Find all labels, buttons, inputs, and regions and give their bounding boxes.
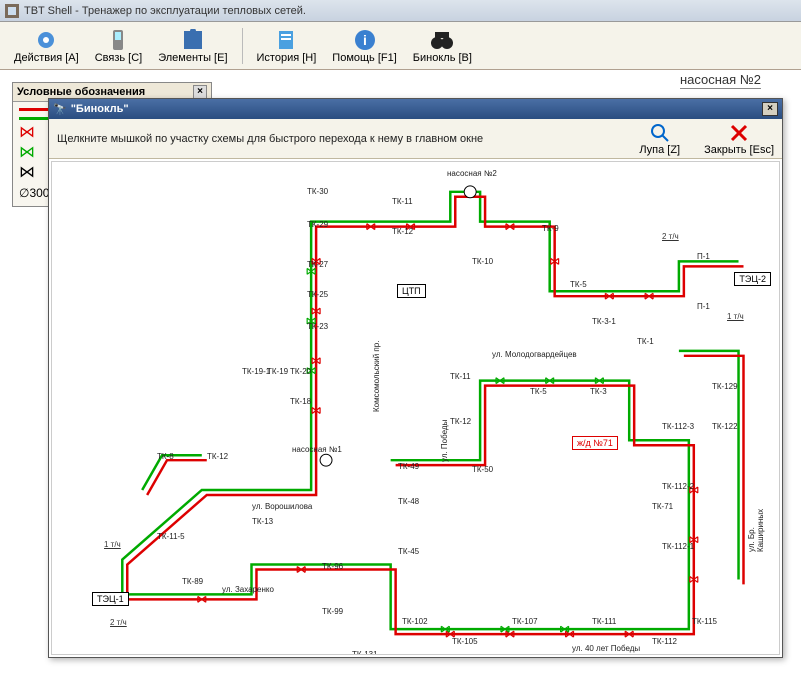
link-button[interactable]: Связь [C] bbox=[89, 26, 149, 66]
binokl-hint-text: Щелкните мышкой по участку схемы для быс… bbox=[57, 133, 483, 145]
street-komsomolsky: Комсомольский пр. bbox=[372, 341, 381, 412]
binokl-window: 🔭 "Бинокль" × Щелкните мышкой по участку… bbox=[48, 98, 783, 658]
plant-zhd71: ж/д №71 bbox=[572, 436, 618, 450]
history-button[interactable]: История [H] bbox=[251, 26, 323, 66]
street-kashirskih: ул. Бр. Кашириных bbox=[747, 509, 765, 552]
flow-1: 1 т/ч bbox=[727, 312, 744, 321]
street-voroshilova: ул. Ворошилова bbox=[252, 502, 312, 511]
binokl-titlebar-close-button[interactable]: × bbox=[762, 102, 778, 116]
content-area: Условные обозначения × ⋈ ⋈ ⋈ ∅300 насосн… bbox=[0, 70, 801, 673]
history-icon bbox=[274, 28, 298, 52]
street-sorok-let: ул. 40 лет Победы bbox=[572, 644, 640, 653]
flow-2: 1 т/ч bbox=[104, 540, 121, 549]
magnifier-icon bbox=[649, 122, 671, 144]
plant-tec1: ТЭЦ-1 bbox=[92, 592, 129, 606]
info-icon: i bbox=[353, 28, 377, 52]
street-zakharenko: ул. Захаренко bbox=[222, 585, 274, 594]
phone-icon bbox=[106, 28, 130, 52]
help-button[interactable]: i Помощь [F1] bbox=[326, 26, 403, 66]
flow-3: 2 т/ч bbox=[110, 618, 127, 627]
plant-tec2: ТЭЦ-2 bbox=[734, 272, 771, 286]
gear-icon bbox=[34, 28, 58, 52]
app-icon bbox=[4, 3, 20, 19]
binokl-title-text: "Бинокль" bbox=[71, 103, 129, 115]
flow-0: 2 т/ч bbox=[662, 232, 679, 241]
lupa-button[interactable]: Лупа [Z] bbox=[639, 122, 680, 156]
window-title: TBT Shell - Тренажер по эксплуатации теп… bbox=[24, 5, 306, 17]
binoculars-icon bbox=[430, 28, 454, 52]
main-toolbar: Действия [A] Связь [C] Элементы [E] Исто… bbox=[0, 22, 801, 70]
puzzle-icon bbox=[181, 28, 205, 52]
schematic-canvas[interactable]: ТЭЦ-1 ТЭЦ-2 ЦТП ж/д №71 насосная №1 насо… bbox=[51, 161, 780, 655]
close-icon bbox=[728, 122, 750, 144]
elements-button[interactable]: Элементы [E] bbox=[152, 26, 233, 66]
actions-button[interactable]: Действия [A] bbox=[8, 26, 85, 66]
binoculars-button[interactable]: Бинокль [B] bbox=[407, 26, 478, 66]
legend-title-text: Условные обозначения bbox=[17, 86, 145, 98]
binokl-app-icon: 🔭 bbox=[53, 103, 67, 116]
close-button[interactable]: Закрыть [Esc] bbox=[704, 122, 774, 156]
binokl-titlebar[interactable]: 🔭 "Бинокль" × bbox=[49, 99, 782, 119]
street-molodogvard: ул. Молодогвардейцев bbox=[492, 350, 577, 359]
background-station-label: насосная №2 bbox=[680, 72, 761, 89]
plant-ctp: ЦТП bbox=[397, 284, 426, 298]
svg-text:i: i bbox=[363, 32, 367, 48]
toolbar-separator bbox=[242, 28, 243, 64]
legend-close-button[interactable]: × bbox=[193, 85, 207, 99]
window-titlebar: TBT Shell - Тренажер по эксплуатации теп… bbox=[0, 0, 801, 22]
binokl-toolbar: Щелкните мышкой по участку схемы для быс… bbox=[49, 119, 782, 159]
street-pobedy: ул. Победы bbox=[440, 420, 449, 462]
